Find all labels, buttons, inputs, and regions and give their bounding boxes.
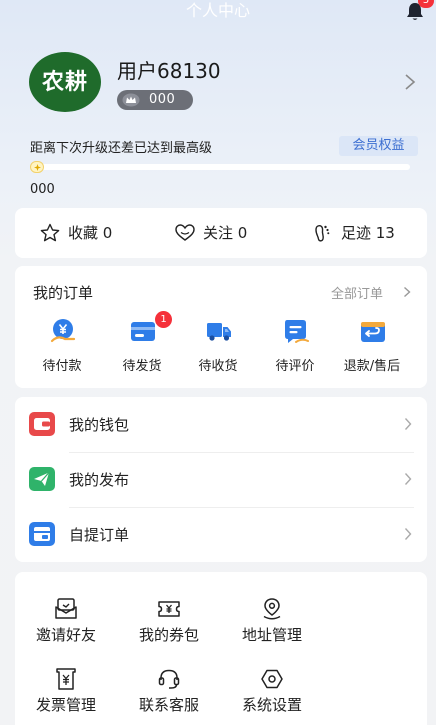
order-pending-review-label: 待评价 — [275, 359, 315, 374]
tool-invite-friends[interactable]: 邀请好友 — [21, 597, 111, 647]
tool-system-settings[interactable]: 系统设置 — [227, 667, 317, 717]
level-badge: 000 — [117, 90, 193, 110]
username: 用户68130 — [117, 59, 221, 83]
upgrade-status-text: 距离下次升级还差已达到最高级 — [30, 141, 213, 156]
avatar[interactable]: 农耕 — [29, 52, 101, 112]
history-stat[interactable]: 足迹 13 — [312, 222, 424, 244]
page-title: 个人中心 — [185, 1, 250, 20]
sparkle-icon — [34, 164, 41, 171]
crown-icon — [122, 93, 140, 107]
level-value: 000 — [149, 92, 176, 107]
points-value: 000 — [30, 182, 55, 197]
tool-customer-service-label: 联系客服 — [138, 696, 199, 714]
chevron-right-icon — [404, 418, 412, 430]
menu-item-wallet[interactable]: 我的钱包 — [15, 397, 427, 452]
card-icon — [131, 322, 155, 341]
order-pending-receipt[interactable]: 待收货 — [183, 318, 253, 376]
wallet-icon — [29, 412, 55, 436]
invite-mail-icon — [55, 598, 77, 619]
vip-benefits-link[interactable]: 会员权益 — [339, 136, 418, 156]
orders-title: 我的订单 — [33, 284, 94, 302]
chevron-right-icon — [404, 473, 412, 485]
pending-shipment-badge: 1 — [155, 311, 172, 328]
tools-card: 邀请好友 我的券包 地址管理 发票管理 联系客服 系统设置 — [15, 572, 427, 725]
chevron-right-icon[interactable] — [404, 72, 416, 92]
headset-icon — [158, 669, 180, 689]
stats-card: 收藏 0 关注 0 足迹 13 — [15, 208, 427, 258]
menu-item-pickup-orders[interactable]: 自提订单 — [15, 507, 427, 562]
send-icon — [29, 467, 55, 491]
review-icon — [285, 320, 309, 343]
order-pending-review[interactable]: 待评价 — [260, 318, 330, 376]
order-pending-payment-label: 待付款 — [42, 359, 82, 374]
order-pending-payment[interactable]: 待付款 — [27, 318, 97, 376]
menu-item-my-posts-label: 我的发布 — [69, 471, 130, 489]
tool-invoice-management[interactable]: 发票管理 — [21, 667, 111, 717]
order-pending-receipt-label: 待收货 — [198, 359, 238, 374]
progress-knob — [30, 161, 44, 173]
tool-coupons-label: 我的券包 — [138, 626, 199, 644]
truck-icon — [207, 323, 231, 341]
chevron-right-icon — [404, 286, 411, 298]
menu-card: 我的钱包 我的发布 自提订单 — [15, 397, 427, 562]
star-outline-icon — [40, 223, 60, 242]
heart-outline-icon — [175, 224, 195, 241]
pickup-order-icon — [29, 522, 55, 546]
menu-item-pickup-orders-label: 自提订单 — [69, 526, 130, 544]
top-bar: 个人中心 5 — [0, 0, 436, 24]
tool-address-management[interactable]: 地址管理 — [227, 597, 317, 647]
all-orders-label: 全部订单 — [331, 287, 384, 302]
invoice-icon — [56, 668, 76, 690]
tool-address-management-label: 地址管理 — [241, 626, 302, 644]
favorites-stat[interactable]: 收藏 0 — [39, 222, 149, 244]
menu-item-my-posts[interactable]: 我的发布 — [15, 452, 427, 507]
history-label: 足迹 13 — [341, 224, 395, 242]
tool-invite-friends-label: 邀请好友 — [35, 626, 96, 644]
chevron-right-icon — [404, 528, 412, 540]
return-icon — [361, 322, 385, 342]
all-orders-link[interactable]: 全部订单 — [331, 283, 411, 302]
location-icon — [263, 598, 281, 620]
orders-card: 我的订单 全部订单 待付款 待发货 待收货 待评价 退款/售后 1 — [15, 266, 427, 388]
following-stat[interactable]: 关注 0 — [174, 222, 284, 244]
level-progress-bar — [30, 164, 410, 170]
order-refund-aftersales-label: 退款/售后 — [343, 359, 401, 374]
coupon-icon — [158, 601, 180, 617]
tool-invoice-management-label: 发票管理 — [35, 696, 96, 714]
tool-system-settings-label: 系统设置 — [241, 696, 302, 714]
footprint-icon — [315, 225, 330, 242]
tool-customer-service[interactable]: 联系客服 — [124, 667, 214, 717]
order-refund-aftersales[interactable]: 退款/售后 — [337, 318, 407, 376]
order-pending-shipment-label: 待发货 — [122, 359, 162, 374]
menu-item-wallet-label: 我的钱包 — [69, 416, 130, 434]
settings-icon — [261, 669, 283, 689]
following-label: 关注 0 — [203, 224, 248, 242]
tool-coupons[interactable]: 我的券包 — [124, 597, 214, 647]
wallet-yen-icon — [50, 319, 76, 343]
favorites-label: 收藏 0 — [68, 224, 113, 242]
